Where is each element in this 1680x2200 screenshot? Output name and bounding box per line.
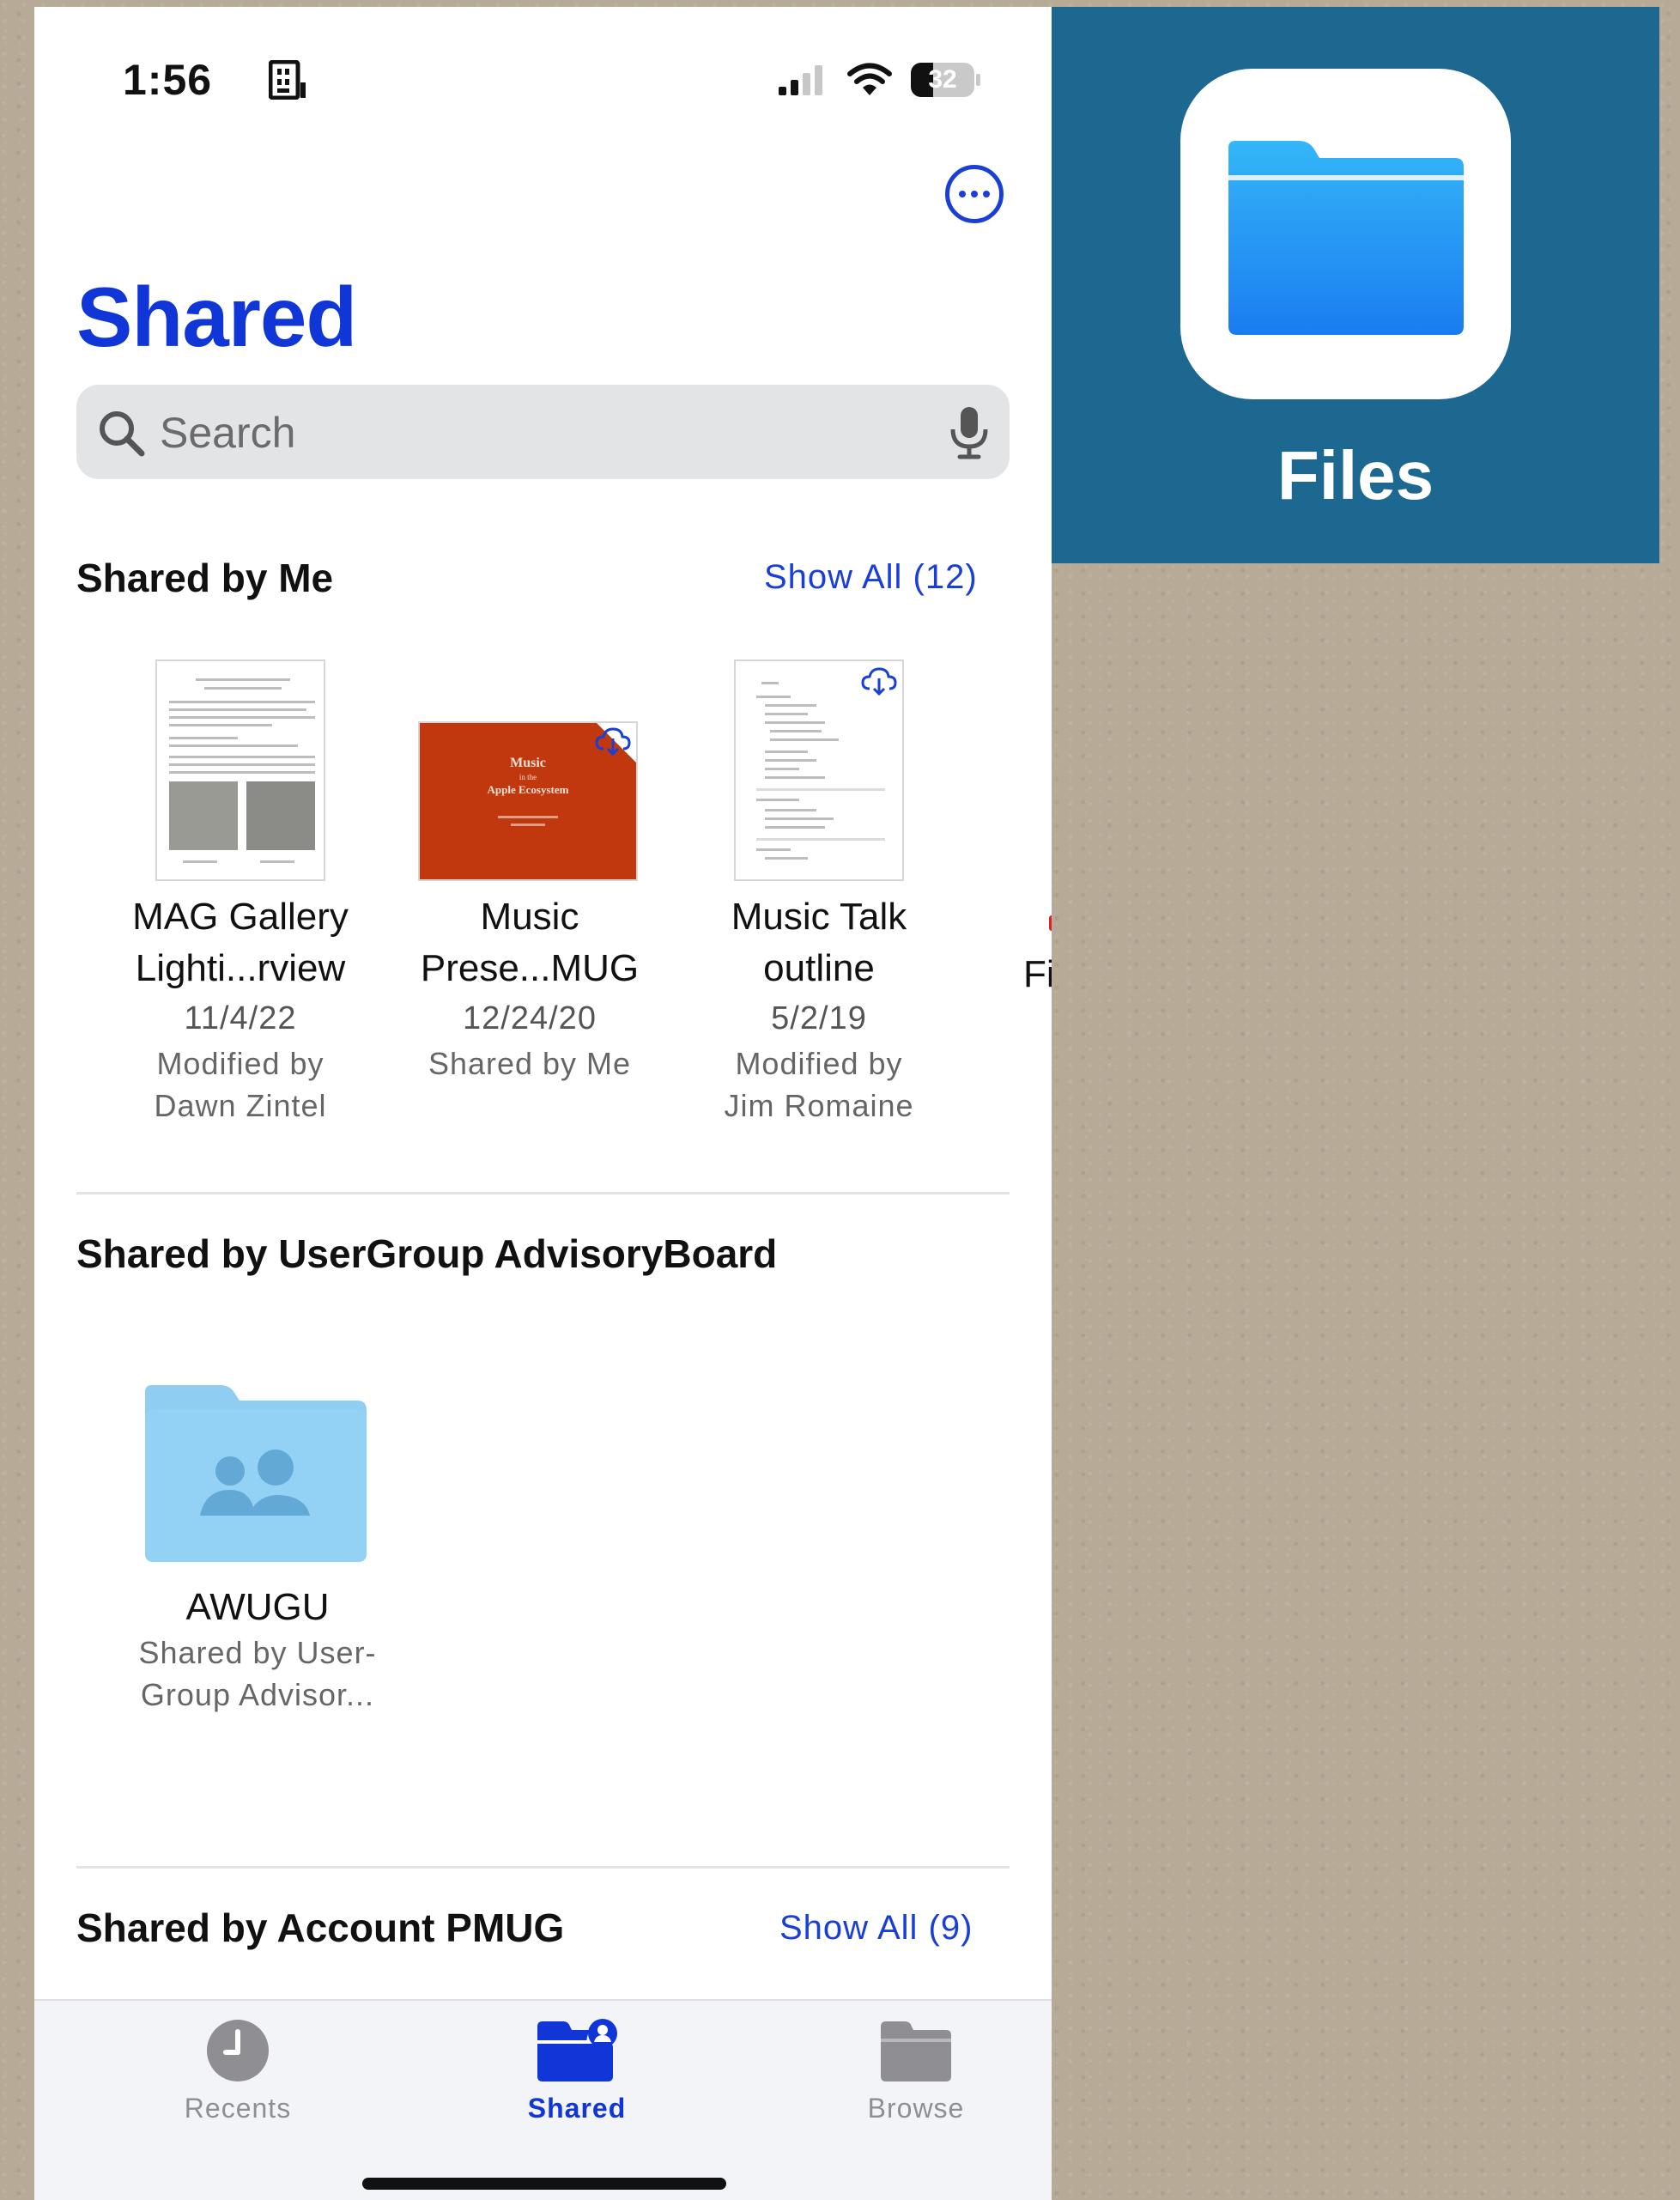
file-name-line1: Music <box>480 896 579 938</box>
file-name-line2: Fire <box>1023 953 1052 995</box>
home-indicator[interactable] <box>362 2178 726 2190</box>
page-title: Shared <box>76 270 357 364</box>
cellular-signal-icon <box>779 65 822 95</box>
file-item-red-dot <box>1049 915 1052 931</box>
file-item-mag-gallery[interactable]: MAG Gallery Lighti...rview 11/4/22 Modif… <box>112 659 369 1127</box>
thumb-sub: in the <box>519 773 537 781</box>
ellipsis-dot <box>971 191 978 198</box>
file-date: 11/4/22 <box>184 1000 297 1036</box>
battery-level: 32 <box>928 65 957 94</box>
ellipsis-dot <box>983 191 990 198</box>
files-app-icon[interactable] <box>1180 69 1511 399</box>
tab-shared[interactable]: Shared <box>474 2018 680 2124</box>
app-label: Files <box>1277 437 1434 514</box>
file-subtitle: M <box>1051 1058 1052 1094</box>
folder-item-awugu[interactable]: AWUGU Shared by User- Group Advisor... <box>129 1385 386 1716</box>
shared-folder-tab-icon <box>537 2019 617 2081</box>
search-input[interactable] <box>158 402 848 464</box>
document-thumbnail <box>734 659 904 881</box>
show-all-shared-by-account-link[interactable]: Show All (9) <box>779 1909 973 1948</box>
file-name-line2: Prese...MUG <box>420 947 640 989</box>
folder-subtitle: Shared by User- <box>138 1635 377 1670</box>
show-all-shared-by-me-link[interactable]: Show All (12) <box>764 558 978 597</box>
file-name-line2: Lighti...rview <box>135 947 346 989</box>
file-subtitle: Shared by Me <box>428 1046 632 1081</box>
file-date: 5/2/19 <box>771 1000 867 1036</box>
more-options-button[interactable] <box>945 165 1004 223</box>
files-app-icon-panel: Files <box>1052 7 1659 563</box>
tab-label: Recents <box>184 2093 292 2124</box>
file-subtitle: Dawn Zintel <box>154 1088 327 1123</box>
battery-icon: 32 <box>911 63 981 97</box>
folder-icon <box>881 2021 951 2081</box>
tab-label: Shared <box>527 2093 627 2124</box>
presentation-thumbnail: Music in the Apple Ecosystem <box>418 721 638 881</box>
sim-icon <box>269 60 306 100</box>
file-item-music-talk-outline[interactable]: Music Talk outline 5/2/19 Modified by Ji… <box>690 659 948 1127</box>
section-title-shared-by-group: Shared by UserGroup AdvisoryBoard <box>76 1231 778 1276</box>
tab-bar: Recents Shared Browse <box>34 1999 1052 2200</box>
file-subtitle: Da <box>1051 1100 1052 1136</box>
shared-folder-icon <box>145 1385 367 1562</box>
search-bar[interactable] <box>76 385 1010 479</box>
file-date: 12/24/20 <box>463 1000 597 1036</box>
files-app-screen: 1:56 32 Shared Search Shared by Me Show … <box>34 7 1052 2200</box>
file-name-line1: MAG Gallery <box>132 896 349 938</box>
microphone-icon[interactable] <box>948 405 991 460</box>
tab-label: Browse <box>867 2093 965 2124</box>
file-subtitle: Modified by <box>156 1046 324 1081</box>
status-time: 1:56 <box>123 56 213 104</box>
section-divider <box>76 1866 1010 1869</box>
ellipsis-icon <box>959 191 966 198</box>
clock-icon <box>207 2020 269 2081</box>
file-name-line2: outline <box>763 947 875 989</box>
folder-name: AWUGU <box>185 1586 330 1628</box>
cloud-download-icon <box>861 667 897 696</box>
file-item-music-presentation[interactable]: Music in the Apple Ecosystem Music Prese… <box>401 659 658 1085</box>
file-subtitle: Jim Romaine <box>724 1088 914 1123</box>
file-name-line1: Music Talk <box>731 896 907 938</box>
status-icons: 32 <box>777 58 981 101</box>
search-icon <box>100 411 145 457</box>
thumb-sub2: Apple Ecosystem <box>487 783 569 796</box>
section-title-shared-by-me: Shared by Me <box>76 556 334 600</box>
section-divider <box>76 1192 1010 1194</box>
files-folder-icon <box>1228 141 1464 335</box>
tab-browse[interactable]: Browse <box>813 2018 1019 2124</box>
folder-subtitle: Group Advisor... <box>140 1677 375 1712</box>
tab-recents[interactable]: Recents <box>135 2018 341 2124</box>
file-subtitle: Modified by <box>735 1046 903 1081</box>
wifi-icon <box>847 63 892 95</box>
document-thumbnail <box>155 659 325 881</box>
cloud-download-icon <box>595 727 631 756</box>
section-title-shared-by-account: Shared by Account PMUG <box>76 1905 565 1950</box>
